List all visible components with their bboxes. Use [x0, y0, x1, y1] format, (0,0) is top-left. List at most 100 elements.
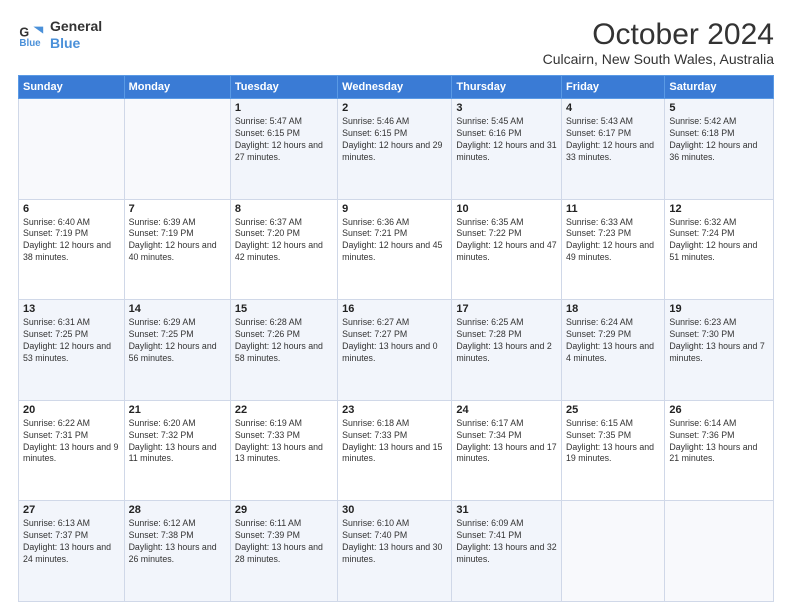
- day-header-tuesday: Tuesday: [230, 76, 337, 99]
- day-info: Sunrise: 6:32 AM Sunset: 7:24 PM Dayligh…: [669, 217, 769, 265]
- day-info: Sunrise: 5:43 AM Sunset: 6:17 PM Dayligh…: [566, 116, 660, 164]
- day-number: 22: [235, 404, 333, 416]
- day-number: 29: [235, 504, 333, 516]
- day-header-sunday: Sunday: [19, 76, 125, 99]
- day-cell: 9Sunrise: 6:36 AM Sunset: 7:21 PM Daylig…: [338, 199, 452, 300]
- day-cell: 2 Sunrise: 5:46 AM Sunset: 6:15 PM Daylig…: [338, 99, 452, 200]
- header: G Blue General Blue October 2024 Culcair…: [18, 18, 774, 67]
- day-number: 5: [669, 102, 769, 114]
- day-info: Sunrise: 6:15 AM Sunset: 7:35 PM Dayligh…: [566, 418, 660, 466]
- day-number: 4: [566, 102, 660, 114]
- week-row-0: 1 Sunrise: 5:47 AM Sunset: 6:15 PM Daylig…: [19, 99, 774, 200]
- day-number: 11: [566, 203, 660, 215]
- day-cell: 22 Sunrise: 6:19 AM Sunset: 7:33 PM Dayli…: [230, 400, 337, 501]
- day-info: Sunrise: 6:19 AM Sunset: 7:33 PM Dayligh…: [235, 418, 333, 466]
- day-number: 1: [235, 102, 333, 114]
- day-cell: 26 Sunrise: 6:14 AM Sunset: 7:36 PM Dayli…: [665, 400, 774, 501]
- day-header-thursday: Thursday: [452, 76, 562, 99]
- day-number: 24: [456, 404, 557, 416]
- day-cell: 25Sunrise: 6:15 AM Sunset: 7:35 PM Dayli…: [562, 400, 665, 501]
- day-cell: [562, 501, 665, 602]
- day-info: Sunrise: 6:39 AM Sunset: 7:19 PM Dayligh…: [129, 217, 226, 265]
- day-cell: 10Sunrise: 6:35 AM Sunset: 7:22 PM Dayli…: [452, 199, 562, 300]
- day-info: Sunrise: 6:12 AM Sunset: 7:38 PM Dayligh…: [129, 518, 226, 566]
- day-info: Sunrise: 6:20 AM Sunset: 7:32 PM Dayligh…: [129, 418, 226, 466]
- week-row-1: 6 Sunrise: 6:40 AM Sunset: 7:19 PM Daylig…: [19, 199, 774, 300]
- day-number: 30: [342, 504, 447, 516]
- title-block: October 2024 Culcairn, New South Wales, …: [543, 18, 774, 67]
- day-cell: [19, 99, 125, 200]
- logo: G Blue General Blue: [18, 18, 102, 52]
- day-info: Sunrise: 6:33 AM Sunset: 7:23 PM Dayligh…: [566, 217, 660, 265]
- day-info: Sunrise: 6:40 AM Sunset: 7:19 PM Dayligh…: [23, 217, 120, 265]
- day-info: Sunrise: 6:18 AM Sunset: 7:33 PM Dayligh…: [342, 418, 447, 466]
- calendar-table: SundayMondayTuesdayWednesdayThursdayFrid…: [18, 75, 774, 602]
- page-subtitle: Culcairn, New South Wales, Australia: [543, 51, 774, 67]
- day-number: 2: [342, 102, 447, 114]
- day-info: Sunrise: 6:09 AM Sunset: 7:41 PM Dayligh…: [456, 518, 557, 566]
- day-cell: 28 Sunrise: 6:12 AM Sunset: 7:38 PM Dayli…: [124, 501, 230, 602]
- day-cell: 21 Sunrise: 6:20 AM Sunset: 7:32 PM Dayli…: [124, 400, 230, 501]
- day-info: Sunrise: 6:27 AM Sunset: 7:27 PM Dayligh…: [342, 317, 447, 365]
- day-info: Sunrise: 6:28 AM Sunset: 7:26 PM Dayligh…: [235, 317, 333, 365]
- day-info: Sunrise: 6:11 AM Sunset: 7:39 PM Dayligh…: [235, 518, 333, 566]
- svg-text:Blue: Blue: [19, 38, 41, 49]
- day-header-monday: Monday: [124, 76, 230, 99]
- day-info: Sunrise: 6:17 AM Sunset: 7:34 PM Dayligh…: [456, 418, 557, 466]
- day-number: 9: [342, 203, 447, 215]
- logo-icon: G Blue: [18, 21, 46, 49]
- day-number: 27: [23, 504, 120, 516]
- day-info: Sunrise: 5:46 AM Sunset: 6:15 PM Dayligh…: [342, 116, 447, 164]
- day-cell: 20Sunrise: 6:22 AM Sunset: 7:31 PM Dayli…: [19, 400, 125, 501]
- day-cell: 31Sunrise: 6:09 AM Sunset: 7:41 PM Dayli…: [452, 501, 562, 602]
- day-number: 28: [129, 504, 226, 516]
- day-cell: 12 Sunrise: 6:32 AM Sunset: 7:24 PM Dayli…: [665, 199, 774, 300]
- day-cell: 1 Sunrise: 5:47 AM Sunset: 6:15 PM Daylig…: [230, 99, 337, 200]
- day-cell: 18 Sunrise: 6:24 AM Sunset: 7:29 PM Dayli…: [562, 300, 665, 401]
- logo-line1: General: [50, 18, 102, 35]
- day-cell: 3 Sunrise: 5:45 AM Sunset: 6:16 PM Daylig…: [452, 99, 562, 200]
- day-cell: 11 Sunrise: 6:33 AM Sunset: 7:23 PM Dayli…: [562, 199, 665, 300]
- day-cell: 4 Sunrise: 5:43 AM Sunset: 6:17 PM Daylig…: [562, 99, 665, 200]
- day-info: Sunrise: 6:23 AM Sunset: 7:30 PM Dayligh…: [669, 317, 769, 365]
- logo-line2: Blue: [50, 35, 102, 52]
- day-info: Sunrise: 6:24 AM Sunset: 7:29 PM Dayligh…: [566, 317, 660, 365]
- day-info: Sunrise: 6:22 AM Sunset: 7:31 PM Dayligh…: [23, 418, 120, 466]
- day-info: Sunrise: 6:14 AM Sunset: 7:36 PM Dayligh…: [669, 418, 769, 466]
- day-number: 15: [235, 303, 333, 315]
- day-info: Sunrise: 6:31 AM Sunset: 7:25 PM Dayligh…: [23, 317, 120, 365]
- week-row-3: 20Sunrise: 6:22 AM Sunset: 7:31 PM Dayli…: [19, 400, 774, 501]
- day-number: 3: [456, 102, 557, 114]
- day-cell: 16Sunrise: 6:27 AM Sunset: 7:27 PM Dayli…: [338, 300, 452, 401]
- day-info: Sunrise: 6:37 AM Sunset: 7:20 PM Dayligh…: [235, 217, 333, 265]
- day-number: 26: [669, 404, 769, 416]
- day-cell: 8 Sunrise: 6:37 AM Sunset: 7:20 PM Daylig…: [230, 199, 337, 300]
- day-info: Sunrise: 6:29 AM Sunset: 7:25 PM Dayligh…: [129, 317, 226, 365]
- week-row-4: 27 Sunrise: 6:13 AM Sunset: 7:37 PM Dayli…: [19, 501, 774, 602]
- day-header-saturday: Saturday: [665, 76, 774, 99]
- day-cell: 23Sunrise: 6:18 AM Sunset: 7:33 PM Dayli…: [338, 400, 452, 501]
- day-number: 8: [235, 203, 333, 215]
- day-info: Sunrise: 6:25 AM Sunset: 7:28 PM Dayligh…: [456, 317, 557, 365]
- day-info: Sunrise: 5:45 AM Sunset: 6:16 PM Dayligh…: [456, 116, 557, 164]
- day-cell: 5 Sunrise: 5:42 AM Sunset: 6:18 PM Daylig…: [665, 99, 774, 200]
- day-number: 18: [566, 303, 660, 315]
- day-number: 12: [669, 203, 769, 215]
- day-cell: 30Sunrise: 6:10 AM Sunset: 7:40 PM Dayli…: [338, 501, 452, 602]
- day-cell: 29 Sunrise: 6:11 AM Sunset: 7:39 PM Dayli…: [230, 501, 337, 602]
- day-number: 6: [23, 203, 120, 215]
- day-cell: 27 Sunrise: 6:13 AM Sunset: 7:37 PM Dayli…: [19, 501, 125, 602]
- day-cell: 24 Sunrise: 6:17 AM Sunset: 7:34 PM Dayli…: [452, 400, 562, 501]
- week-row-2: 13Sunrise: 6:31 AM Sunset: 7:25 PM Dayli…: [19, 300, 774, 401]
- day-info: Sunrise: 6:13 AM Sunset: 7:37 PM Dayligh…: [23, 518, 120, 566]
- day-number: 21: [129, 404, 226, 416]
- day-cell: 14Sunrise: 6:29 AM Sunset: 7:25 PM Dayli…: [124, 300, 230, 401]
- day-info: Sunrise: 5:47 AM Sunset: 6:15 PM Dayligh…: [235, 116, 333, 164]
- day-info: Sunrise: 6:35 AM Sunset: 7:22 PM Dayligh…: [456, 217, 557, 265]
- day-info: Sunrise: 5:42 AM Sunset: 6:18 PM Dayligh…: [669, 116, 769, 164]
- day-number: 19: [669, 303, 769, 315]
- day-cell: 19 Sunrise: 6:23 AM Sunset: 7:30 PM Dayli…: [665, 300, 774, 401]
- day-number: 17: [456, 303, 557, 315]
- svg-text:G: G: [19, 25, 29, 39]
- day-number: 7: [129, 203, 226, 215]
